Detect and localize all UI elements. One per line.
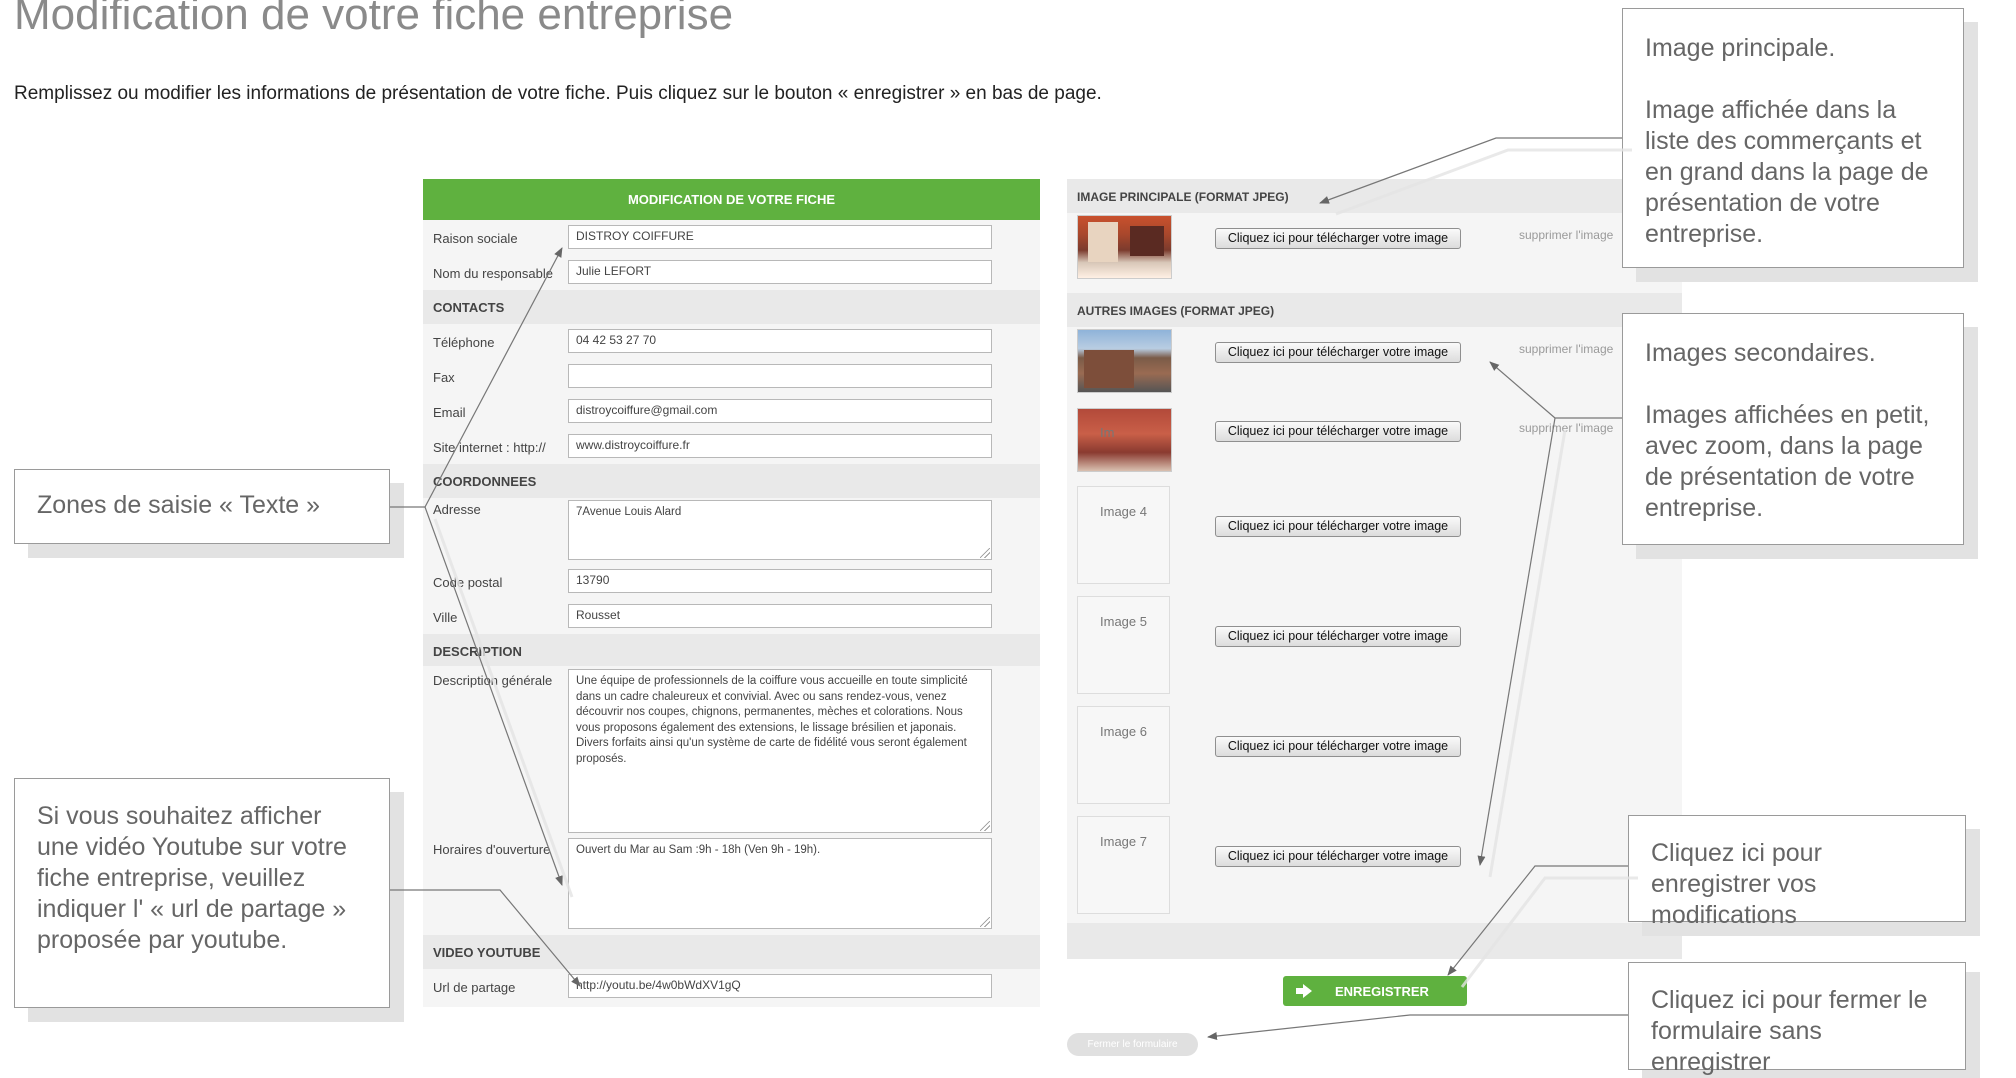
fax-label: Fax (433, 370, 455, 385)
horaires-textarea[interactable]: Ouvert du Mar au Sam :9h - 18h (Ven 9h -… (568, 838, 992, 929)
code-postal-input[interactable]: 13790 (568, 569, 992, 593)
email-label: Email (433, 405, 466, 420)
ville-input[interactable]: Rousset (568, 604, 992, 628)
adresse-label: Adresse (433, 502, 481, 517)
callout-close: Cliquez ici pour fermer le formulaire sa… (1628, 962, 1966, 1076)
image-3-overlay: Im (1100, 425, 1115, 440)
section-coordonnees: COORDONNEES (423, 464, 1040, 498)
image-5-placeholder: Image 5 (1077, 596, 1170, 694)
upload-image-7-button[interactable]: Cliquez ici pour télécharger votre image (1215, 846, 1461, 867)
image-3-thumbnail: Im (1077, 408, 1172, 472)
row-site: Site internet : http:// www.distroycoiff… (423, 429, 1040, 464)
row-adresse: Adresse 7Avenue Louis Alard (423, 498, 1040, 564)
adresse-value: 7Avenue Louis Alard (576, 506, 682, 518)
upload-main-image-button[interactable]: Cliquez ici pour télécharger votre image (1215, 228, 1461, 249)
other-images-heading: AUTRES IMAGES (FORMAT JPEG) (1067, 293, 1682, 327)
row-raison-sociale: Raison sociale DISTROY COIFFURE (423, 220, 1040, 255)
section-video-title: VIDEO YOUTUBE (433, 945, 541, 960)
row-horaires: Horaires d'ouverture Ouvert du Mar au Sa… (423, 836, 1040, 930)
row-description: Description générale Une équipe de profe… (423, 666, 1040, 836)
upload-image-2-button[interactable]: Cliquez ici pour télécharger votre image (1215, 342, 1461, 363)
section-description-title: DESCRIPTION (433, 644, 522, 659)
code-postal-label: Code postal (433, 575, 503, 590)
horaires-value: Ouvert du Mar au Sam :9h - 18h (Ven 9h -… (576, 844, 821, 856)
callout-text-zones: Zones de saisie « Texte » (14, 469, 390, 544)
row-responsable: Nom du responsable Julie LEFORT (423, 255, 1040, 290)
arrow-close (1207, 1014, 1628, 1041)
section-coordonnees-title: COORDONNEES (433, 474, 537, 489)
callout-secondary-images-body: Images affichées en petit, avec zoom, da… (1645, 401, 1930, 522)
upload-image-3-button[interactable]: Cliquez ici pour télécharger votre image (1215, 421, 1461, 442)
description-textarea[interactable]: Une équipe de professionnels de la coiff… (568, 669, 992, 833)
row-email: Email distroycoiffure@gmail.com (423, 394, 1040, 429)
callout-save: Cliquez ici pour enregistrer vos modific… (1628, 815, 1966, 929)
callout-close-text: Cliquez ici pour fermer le formulaire sa… (1651, 986, 1928, 1076)
image-2-thumbnail (1077, 329, 1172, 393)
raison-sociale-label: Raison sociale (433, 231, 518, 246)
row-fax: Fax (423, 359, 1040, 394)
description-label: Description générale (433, 673, 553, 688)
upload-image-5-button[interactable]: Cliquez ici pour télécharger votre image (1215, 626, 1461, 647)
upload-image-4-button[interactable]: Cliquez ici pour télécharger votre image (1215, 516, 1461, 537)
resize-grip-icon[interactable] (980, 917, 990, 927)
responsable-input[interactable]: Julie LEFORT (568, 260, 992, 284)
responsable-label: Nom du responsable (433, 266, 553, 281)
callout-main-image: Image principale. Image affichée dans la… (1622, 8, 1964, 268)
delete-main-image-link[interactable]: supprimer l'image (1519, 228, 1613, 242)
main-image-heading-text: IMAGE PRINCIPALE (FORMAT JPEG) (1077, 190, 1289, 204)
email-input[interactable]: distroycoiffure@gmail.com (568, 399, 992, 423)
other-images-heading-text: AUTRES IMAGES (FORMAT JPEG) (1077, 304, 1275, 318)
image-7-placeholder: Image 7 (1077, 816, 1170, 914)
callout-save-text: Cliquez ici pour enregistrer vos modific… (1651, 839, 1822, 929)
form-header: MODIFICATION DE VOTRE FICHE (423, 179, 1040, 220)
callout-youtube-text: Si vous souhaitez afficher une vidéo You… (37, 802, 347, 954)
callout-secondary-images: Images secondaires. Images affichées en … (1622, 313, 1964, 545)
arrow-right-icon (1296, 984, 1312, 998)
delete-image-3-link[interactable]: supprimer l'image (1519, 421, 1613, 435)
site-label: Site internet : http:// (433, 440, 546, 455)
image-4-placeholder: Image 4 (1077, 486, 1170, 584)
image-6-placeholder: Image 6 (1077, 706, 1170, 804)
section-video: VIDEO YOUTUBE (423, 935, 1040, 969)
section-contacts-title: CONTACTS (433, 300, 505, 315)
url-partage-input[interactable]: http://youtu.be/4w0bWdXV1gQ (568, 974, 992, 998)
callout-main-image-body: Image affichée dans la liste des commerç… (1645, 96, 1929, 248)
row-url-partage: Url de partage http://youtu.be/4w0bWdXV1… (423, 969, 1040, 1004)
row-ville: Ville Rousset (423, 599, 1040, 634)
main-image-heading: IMAGE PRINCIPALE (FORMAT JPEG) (1067, 179, 1682, 213)
resize-grip-icon[interactable] (980, 821, 990, 831)
section-description: DESCRIPTION (423, 634, 1040, 666)
save-button[interactable]: ENREGISTRER (1283, 976, 1467, 1006)
fax-input[interactable] (568, 364, 992, 388)
images-panel: IMAGE PRINCIPALE (FORMAT JPEG) Cliquez i… (1067, 179, 1682, 959)
page-intro: Remplissez ou modifier les informations … (14, 83, 1102, 104)
ville-label: Ville (433, 610, 458, 625)
horaires-label: Horaires d'ouverture (433, 842, 551, 857)
callout-main-image-title: Image principale. (1645, 34, 1836, 62)
callout-youtube: Si vous souhaitez afficher une vidéo You… (14, 778, 390, 1008)
callout-secondary-images-title: Images secondaires. (1645, 339, 1876, 367)
page-title: Modification de votre fiche entreprise (14, 0, 734, 39)
section-contacts: CONTACTS (423, 290, 1040, 324)
edit-form: MODIFICATION DE VOTRE FICHE Raison socia… (423, 179, 1040, 1007)
resize-grip-icon[interactable] (980, 548, 990, 558)
row-telephone: Téléphone 04 42 53 27 70 (423, 324, 1040, 359)
description-value: Une équipe de professionnels de la coiff… (576, 675, 968, 765)
delete-image-2-link[interactable]: supprimer l'image (1519, 342, 1613, 356)
close-form-button[interactable]: Fermer le formulaire (1067, 1033, 1198, 1056)
raison-sociale-input[interactable]: DISTROY COIFFURE (568, 225, 992, 249)
main-image-thumbnail (1077, 215, 1172, 279)
adresse-textarea[interactable]: 7Avenue Louis Alard (568, 500, 992, 560)
callout-text-zones-text: Zones de saisie « Texte » (37, 491, 321, 519)
row-code-postal: Code postal 13790 (423, 564, 1040, 599)
telephone-label: Téléphone (433, 335, 495, 350)
upload-image-6-button[interactable]: Cliquez ici pour télécharger votre image (1215, 736, 1461, 757)
site-input[interactable]: www.distroycoiffure.fr (568, 434, 992, 458)
images-panel-footer (1067, 923, 1682, 959)
url-partage-label: Url de partage (433, 980, 516, 995)
telephone-input[interactable]: 04 42 53 27 70 (568, 329, 992, 353)
save-button-label: ENREGISTRER (1335, 984, 1429, 999)
